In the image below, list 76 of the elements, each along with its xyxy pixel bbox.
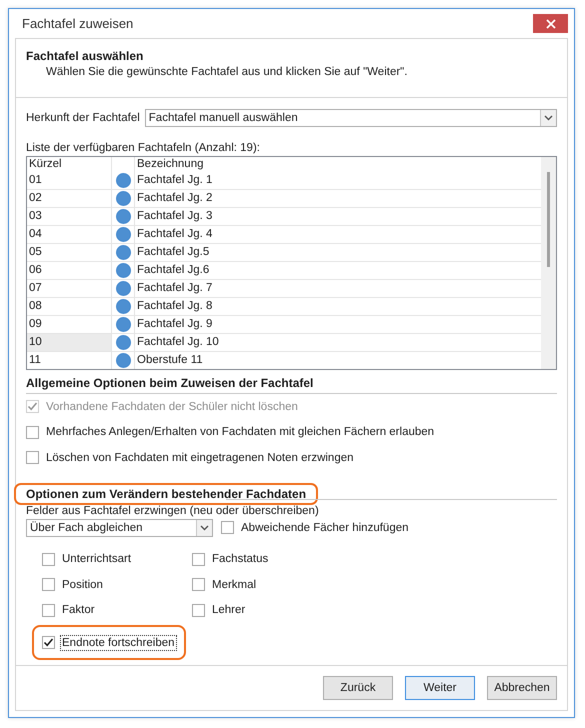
checkbox[interactable] [42,636,55,649]
checkbox[interactable] [26,451,39,464]
table-cell[interactable]: Fachtafel Jg.5 [135,244,541,261]
table-cell[interactable]: Fachtafel Jg. 2 [135,190,541,207]
checkbox[interactable] [26,426,39,439]
table-cell[interactable]: Fachtafel Jg. 7 [135,280,541,297]
checkbox-label[interactable]: Faktor [61,603,96,618]
checkbox-label[interactable]: Position [61,578,104,592]
table-cell[interactable]: 10 [27,334,112,351]
scrollbar[interactable] [541,157,556,369]
status-dot-icon [116,317,130,332]
table-cell[interactable]: 06 [27,262,112,279]
column-header[interactable]: Kürzel [27,157,112,172]
status-dot-icon [116,173,130,188]
table-cell[interactable]: 05 [27,244,112,261]
status-dot-icon [116,209,130,224]
dropdown[interactable]: Über Fach abgleichen [26,518,213,536]
table-cell[interactable]: 03 [27,208,112,225]
table-cell[interactable]: Oberstufe 11 [135,352,541,369]
table-cell[interactable]: Fachtafel Jg. 4 [135,226,541,243]
button[interactable]: Abbrechen [487,676,557,700]
checkbox-label[interactable]: Fachstatus [211,552,270,566]
status-dot-icon [116,227,130,242]
status-dot-icon [116,191,130,206]
checkbox[interactable] [42,604,55,617]
status-dot-icon [116,263,130,278]
dropdown[interactable]: Fachtafel manuell auswählen [144,109,557,127]
table-cell[interactable]: Fachtafel Jg. 10 [135,334,541,351]
page-heading: Fachtafel auswählen [26,49,144,63]
status-dot-icon [116,335,130,350]
field-label: Felder aus Fachtafel erzwingen (neu oder überschreiben) [26,504,320,516]
checkbox-label[interactable]: Unterrichtsart [61,552,132,566]
table-cell[interactable]: Fachtafel Jg. 1 [135,172,541,189]
caret-icon [544,115,553,121]
table-cell[interactable]: Fachtafel Jg. 9 [135,316,541,333]
checkbox-label[interactable]: Merkmal [211,578,258,592]
checkbox-label[interactable]: Mehrfaches Anlegen/Erhalten von Fachdaten mit gleichen Fächern erlauben [45,425,436,440]
checkbox[interactable] [192,578,205,592]
list-label: Liste der verfügbaren Fachtafeln (Anzahl: 19): [26,142,261,154]
dropdown-button[interactable] [196,520,212,536]
window-title: Fachtafel zuweisen [22,16,134,31]
checkbox[interactable] [42,578,55,592]
table-cell[interactable]: 04 [27,226,112,243]
checkbox[interactable] [192,604,205,617]
status-dot-icon [116,281,130,296]
status-dot-icon [116,245,130,260]
close-icon [546,18,556,28]
checkbox-label[interactable]: Löschen von Fachdaten mit eingetragenen Noten erzwingen [45,450,355,465]
status-dot-icon [116,353,130,368]
table-cell[interactable]: 08 [27,298,112,315]
checkbox-label[interactable]: Lehrer [211,603,246,618]
button[interactable]: Weiter [405,676,475,700]
table-cell[interactable]: 11 [27,352,112,369]
table-cell[interactable]: 01 [27,172,112,189]
close-button[interactable] [533,14,568,33]
caret-icon [200,524,209,530]
section-heading: Allgemeine Optionen beim Zuweisen der Fachtafel [26,375,314,392]
section-heading: Optionen zum Verändern bestehender Fachdaten [14,482,318,504]
table-cell[interactable]: Fachtafel Jg. 8 [135,298,541,315]
button[interactable]: Zurück [323,676,393,700]
page-description: Wählen Sie die gewünschte Fachtafel aus und klicken Sie auf "Weiter". [46,66,408,78]
scrollbar-thumb[interactable] [547,172,550,267]
column-header[interactable]: Bezeichnung [135,157,541,172]
checkbox-label[interactable]: Abweichende Fächer hinzufügen [240,520,410,534]
table-cell[interactable]: Fachtafel Jg. 3 [135,208,541,225]
status-dot-icon [116,299,130,314]
table-cell[interactable]: Fachtafel Jg.6 [135,262,541,279]
table-cell[interactable]: 07 [27,280,112,297]
dropdown-button[interactable] [540,110,556,126]
checkbox-label[interactable]: Endnote fortschreiben [61,636,176,650]
table-cell[interactable]: 09 [27,316,112,333]
checkbox[interactable] [192,552,205,566]
checkbox[interactable] [42,552,55,566]
checkbox[interactable] [221,521,234,534]
field-label: Herkunft der Fachtafel [26,112,140,124]
table-cell[interactable]: 02 [27,190,112,207]
